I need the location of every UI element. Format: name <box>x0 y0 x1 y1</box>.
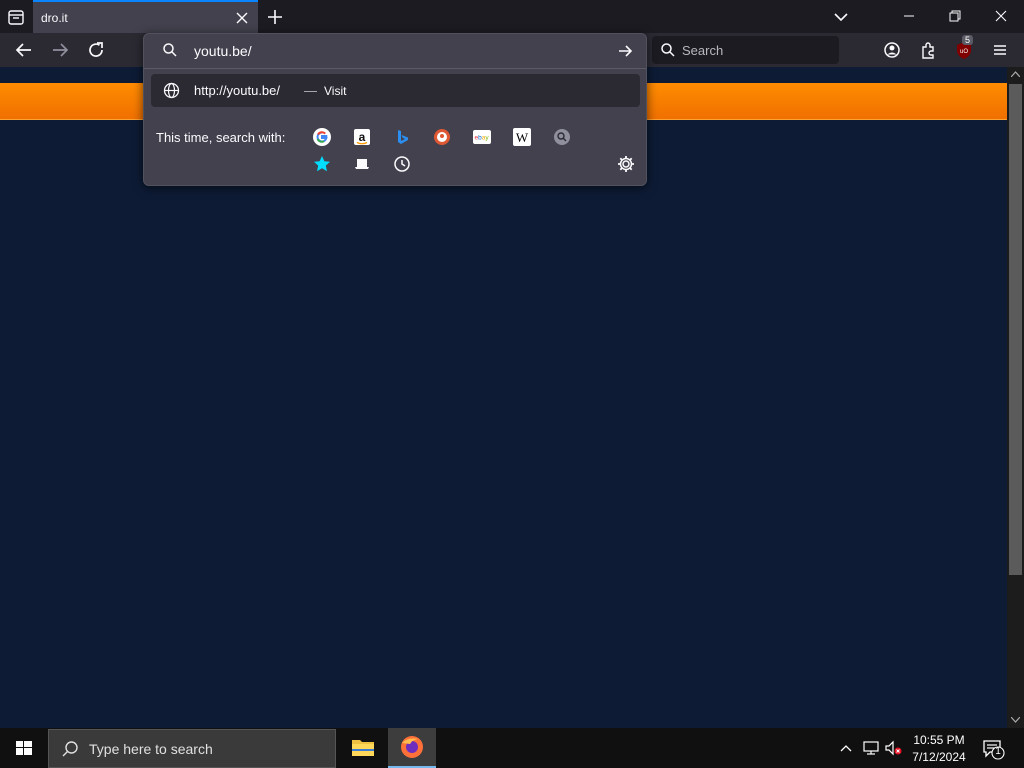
tab-strip: dro.it <box>0 0 1024 33</box>
file-explorer-icon[interactable] <box>342 728 384 768</box>
amazon-icon[interactable]: a <box>352 127 372 147</box>
extension-badge-count: 5 <box>962 35 974 45</box>
svg-text:ebay: ebay <box>475 135 490 142</box>
svg-text:uO: uO <box>960 49 968 55</box>
globe-icon <box>163 82 180 99</box>
web-search-placeholder: Search <box>682 43 724 58</box>
search-icon <box>162 42 178 58</box>
chevron-down-icon[interactable] <box>830 6 852 28</box>
divider <box>144 68 646 69</box>
taskbar-search-placeholder: Type here to search <box>89 741 213 757</box>
one-off-search-label: This time, search with: <box>156 130 286 145</box>
tab-list-icon[interactable] <box>6 7 26 27</box>
url-bar-dropdown: youtu.be/ http://youtu.be/ — Visit This … <box>143 33 647 186</box>
clock-date[interactable]: 7/12/2024 <box>900 750 978 764</box>
gear-icon[interactable] <box>616 154 636 174</box>
windows-start-icon[interactable] <box>0 728 48 768</box>
svg-text:W: W <box>516 130 529 145</box>
search-icon <box>61 740 79 758</box>
taskbar: Type here to search 10:55 PM 7/12/2024 1 <box>0 728 1024 768</box>
minimize-icon[interactable] <box>886 0 932 33</box>
url-result-row[interactable]: http://youtu.be/ — Visit <box>151 74 640 107</box>
taskbar-search[interactable]: Type here to search <box>48 729 336 768</box>
bookmarks-icon[interactable] <box>312 154 332 174</box>
new-tab-icon[interactable] <box>264 6 286 28</box>
scrollbar[interactable] <box>1007 67 1024 728</box>
chevron-up-icon[interactable] <box>838 740 854 756</box>
url-input[interactable]: youtu.be/ <box>144 34 646 68</box>
wikipedia-icon[interactable]: W <box>512 127 532 147</box>
result-separator: — <box>304 83 317 98</box>
notifications-icon[interactable]: 1 <box>982 738 1006 760</box>
tab-close-icon[interactable] <box>233 9 251 27</box>
result-action: Visit <box>324 84 347 98</box>
tab-title: dro.it <box>41 11 68 25</box>
forward-icon[interactable] <box>47 37 73 63</box>
search-icon <box>660 42 676 58</box>
ebay-icon[interactable]: ebay <box>472 127 492 147</box>
svg-text:a: a <box>359 130 366 144</box>
url-input-value: youtu.be/ <box>194 43 252 59</box>
ublock-origin-icon[interactable]: uO 5 <box>951 35 977 63</box>
web-search-box[interactable]: Search <box>652 36 839 64</box>
go-arrow-icon[interactable] <box>616 42 634 60</box>
notification-count: 1 <box>995 746 1001 757</box>
scroll-thumb[interactable] <box>1009 84 1022 575</box>
clock-time[interactable]: 10:55 PM <box>900 733 978 747</box>
account-icon[interactable] <box>879 37 905 63</box>
tabs-icon[interactable] <box>352 154 372 174</box>
google-icon[interactable] <box>312 127 332 147</box>
duckduckgo-icon[interactable] <box>432 127 452 147</box>
result-url: http://youtu.be/ <box>194 83 281 98</box>
scroll-down-icon[interactable] <box>1011 717 1020 723</box>
firefox-icon[interactable] <box>388 728 436 768</box>
menu-icon[interactable] <box>987 37 1013 63</box>
extensions-icon[interactable] <box>915 37 941 63</box>
restore-icon[interactable] <box>932 0 978 33</box>
history-icon[interactable] <box>392 154 412 174</box>
reload-icon[interactable] <box>83 37 109 63</box>
search-engine-icon[interactable] <box>552 127 572 147</box>
tab-active[interactable]: dro.it <box>33 0 258 33</box>
bing-icon[interactable] <box>392 127 412 147</box>
network-icon[interactable] <box>862 739 880 757</box>
scroll-up-icon[interactable] <box>1011 71 1020 77</box>
back-icon[interactable] <box>11 37 37 63</box>
close-window-icon[interactable] <box>978 0 1024 33</box>
